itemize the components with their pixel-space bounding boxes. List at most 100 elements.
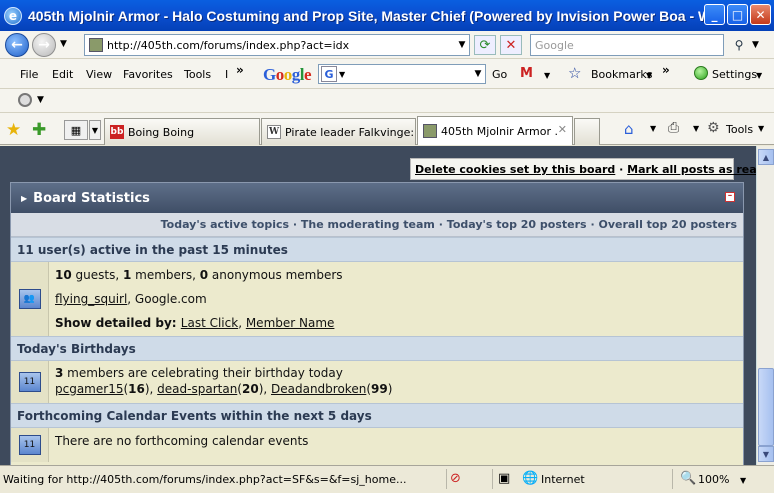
scroll-thumb[interactable]	[758, 368, 774, 446]
quick-tabs-icon[interactable]: ▦	[64, 120, 88, 140]
board-statistics-header: ▶ Board Statistics –	[11, 183, 743, 213]
toolbar-circle-icon[interactable]	[18, 93, 32, 107]
tools-gear-icon[interactable]: ⚙	[707, 120, 720, 136]
stats-link-bar: Today's active topics · The moderating t…	[11, 213, 743, 237]
member-name-link[interactable]: Member Name	[246, 316, 335, 330]
calendar-icon-cell: 11	[11, 428, 49, 462]
address-dropdown-icon[interactable]: ▼	[455, 40, 469, 50]
link-separator: ·	[590, 218, 595, 231]
tools-dropdown-icon[interactable]: ▼	[758, 124, 764, 133]
active-user-list: flying_squirl, Google.com	[55, 286, 343, 310]
birthday-user-link[interactable]: pcgamer15	[55, 382, 123, 396]
back-button[interactable]: ←	[5, 33, 29, 57]
google-go-button[interactable]: Go	[492, 68, 507, 81]
new-tab-button[interactable]	[574, 118, 600, 145]
moderating-team-link[interactable]: The moderating team	[301, 218, 435, 231]
calendar-icon: 11	[18, 435, 41, 455]
guests-count: 10	[55, 268, 72, 282]
zoom-dropdown-icon[interactable]: ▼	[740, 476, 746, 485]
calendar-events-section: 11 There are no forthcoming calendar eve…	[11, 428, 743, 462]
menu-file[interactable]: File	[20, 68, 38, 81]
bb-favicon-icon: bb	[110, 125, 124, 139]
status-text: Waiting for http://405th.com/forums/inde…	[3, 473, 407, 486]
tab-boing-boing[interactable]: bb Boing Boing	[104, 118, 260, 145]
address-bar[interactable]: http://405th.com/forums/index.php?act=id…	[84, 34, 470, 56]
print-icon[interactable]: ⎙	[668, 120, 679, 136]
tools-menu[interactable]: Tools	[726, 123, 753, 136]
forward-button[interactable]: →	[32, 33, 56, 57]
birthday-age: 99	[371, 382, 388, 396]
tab-list-dropdown-icon[interactable]: ▼	[89, 120, 101, 140]
protected-mode-icon[interactable]: ▣	[498, 471, 510, 486]
active-users-icon-cell: 👥	[11, 262, 49, 336]
user-link-flying-squirl[interactable]: flying_squirl	[55, 292, 127, 306]
google-engine-dropdown-icon[interactable]: ▼	[339, 70, 345, 79]
collapse-icon[interactable]: –	[725, 192, 735, 202]
birthdays-icon-cell: 11	[11, 361, 49, 403]
zoom-level[interactable]: 100%	[698, 473, 729, 486]
settings-status-icon	[694, 66, 708, 80]
stop-button[interactable]: ✕	[500, 35, 522, 55]
tab-close-icon[interactable]: ✕	[558, 123, 567, 136]
vertical-scrollbar[interactable]: ▲ ▼	[756, 146, 774, 465]
maximize-button[interactable]: □	[727, 4, 748, 25]
recent-pages-dropdown-icon[interactable]: ▼	[60, 39, 67, 49]
show-detailed-by: Show detailed by: Last Click, Member Nam…	[55, 310, 343, 334]
add-favorites-icon[interactable]: ✚	[32, 120, 46, 140]
show-detailed-label: Show detailed by:	[55, 316, 181, 330]
birthday-user-link[interactable]: dead-spartan	[157, 382, 237, 396]
toolbar-overflow-chevron-icon[interactable]: »	[662, 63, 670, 77]
bookmarks-dropdown-icon[interactable]: ▼	[646, 71, 652, 80]
bookmark-star-icon[interactable]: ☆	[568, 64, 581, 82]
bookmarks-menu[interactable]: Bookmarks	[591, 68, 652, 81]
search-icon[interactable]: ⚲	[728, 34, 750, 56]
menu-help[interactable]: I	[225, 68, 228, 81]
extra-dropdown-icon[interactable]: ▼	[37, 95, 44, 105]
birthday-age: 16	[128, 382, 145, 396]
menu-toolbar: File Edit View Favorites Tools I » Googl…	[0, 59, 774, 89]
mark-all-read-link[interactable]: Mark all posts as read	[627, 163, 756, 176]
popup-blocked-icon[interactable]: ⊘	[450, 471, 461, 486]
menu-favorites[interactable]: Favorites	[123, 68, 173, 81]
settings-dropdown-icon[interactable]: ▼	[756, 71, 762, 80]
google-bot-label: , Google.com	[127, 292, 207, 306]
menu-tools[interactable]: Tools	[184, 68, 211, 81]
status-separator	[492, 469, 493, 489]
scroll-down-arrow-icon[interactable]: ▼	[758, 446, 774, 462]
favorites-center-star-icon[interactable]: ★	[6, 120, 21, 140]
gmail-dropdown-icon[interactable]: ▼	[544, 71, 550, 80]
google-history-dropdown-icon[interactable]: ▼	[471, 69, 485, 79]
internet-zone-globe-icon: 🌐	[522, 471, 539, 486]
active-topics-link[interactable]: Today's active topics	[161, 218, 289, 231]
tab-pirate-leader[interactable]: W Pirate leader Falkvinge: ...	[261, 118, 416, 145]
birthday-user-link[interactable]: Deadandbroken	[271, 382, 366, 396]
scroll-up-arrow-icon[interactable]: ▲	[758, 149, 774, 165]
address-input[interactable]: http://405th.com/forums/index.php?act=id…	[107, 39, 455, 52]
active-users-section: 👥 10 guests, 1 members, 0 anonymous memb…	[11, 262, 743, 336]
top20-overall-link[interactable]: Overall top 20 posters	[598, 218, 737, 231]
minimize-button[interactable]: _	[704, 4, 725, 25]
menu-view[interactable]: View	[86, 68, 112, 81]
search-dropdown-icon[interactable]: ▼	[752, 40, 759, 50]
birthday-age: 20	[241, 382, 259, 396]
no-events-text: There are no forthcoming calendar events	[55, 434, 309, 448]
last-click-link[interactable]: Last Click	[181, 316, 238, 330]
print-dropdown-icon[interactable]: ▼	[693, 124, 699, 133]
tab-label: Pirate leader Falkvinge: ...	[285, 125, 415, 139]
close-button[interactable]: ✕	[750, 4, 771, 25]
refresh-button[interactable]: ⟳	[474, 35, 496, 55]
search-input[interactable]: Google	[530, 34, 724, 56]
delete-cookies-link[interactable]: Delete cookies set by this board	[415, 163, 615, 176]
google-search-input[interactable]: G ▼ ▼	[318, 64, 486, 84]
home-dropdown-icon[interactable]: ▼	[650, 124, 656, 133]
tab-405th-mjolnir[interactable]: 405th Mjolnir Armor ... ✕	[417, 116, 573, 145]
top20-today-link[interactable]: Today's top 20 posters	[447, 218, 587, 231]
menu-edit[interactable]: Edit	[52, 68, 73, 81]
window-controls: _ □ ✕	[704, 4, 771, 25]
zoom-icon[interactable]: 🔍	[680, 471, 696, 486]
security-zone[interactable]: Internet	[541, 473, 585, 486]
gmail-icon[interactable]: M	[520, 66, 533, 81]
home-icon[interactable]: ⌂	[624, 120, 634, 138]
menu-overflow-chevron-icon[interactable]: »	[236, 63, 244, 77]
settings-menu[interactable]: Settings	[712, 68, 757, 81]
